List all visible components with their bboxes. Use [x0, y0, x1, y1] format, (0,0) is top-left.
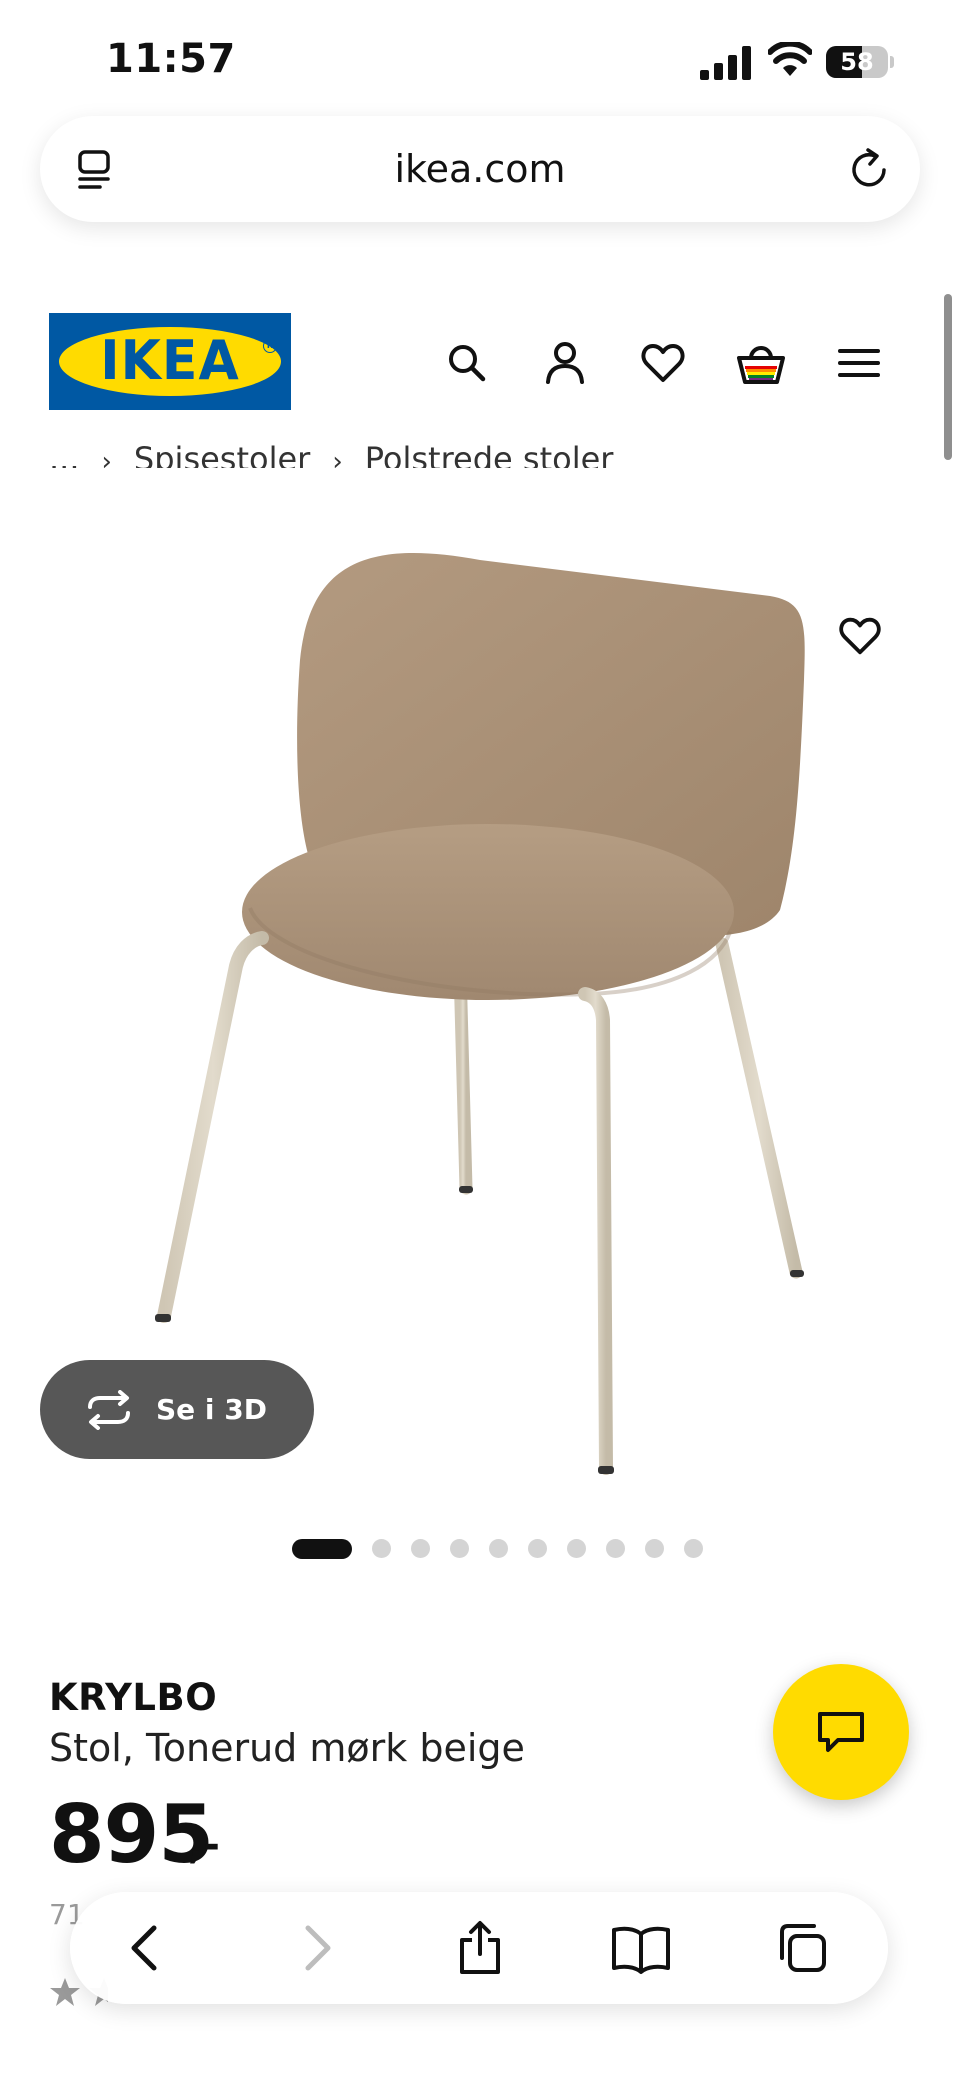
- carousel-dot[interactable]: [645, 1539, 664, 1558]
- breadcrumb-item[interactable]: Polstrede stoler: [365, 440, 614, 468]
- view-in-3d-button[interactable]: Se i 3D: [40, 1360, 314, 1459]
- url-text[interactable]: ikea.com: [40, 116, 920, 222]
- breadcrumb: ... › Spisestoler › Polstrede stoler: [0, 420, 960, 468]
- basket-icon[interactable]: [736, 338, 786, 388]
- reload-icon[interactable]: [846, 146, 892, 192]
- cellular-signal-icon: [700, 46, 751, 80]
- carousel-dot[interactable]: [372, 1539, 391, 1558]
- breadcrumb-item[interactable]: Spisestoler: [134, 440, 310, 468]
- address-bar[interactable]: ikea.com: [40, 116, 920, 222]
- star-icon: [50, 1978, 80, 2006]
- product-name: KRYLBO: [49, 1676, 218, 1719]
- product-image-chair[interactable]: [0, 520, 960, 1500]
- ikea-logo[interactable]: IKEA R: [49, 313, 291, 410]
- rotate-3d-icon: [88, 1390, 130, 1430]
- carousel-dot[interactable]: [450, 1539, 469, 1558]
- carousel-dot[interactable]: [528, 1539, 547, 1558]
- wifi-icon: [768, 42, 812, 76]
- breadcrumb-separator-icon: ›: [332, 447, 343, 468]
- browser-toolbar: [70, 1892, 888, 2004]
- carousel-dot[interactable]: [606, 1539, 625, 1558]
- battery-icon: 58: [826, 46, 894, 78]
- battery-percentage: 58: [840, 48, 874, 76]
- carousel-dot[interactable]: [567, 1539, 586, 1558]
- menu-icon[interactable]: [834, 338, 884, 388]
- back-icon[interactable]: [118, 1920, 174, 1976]
- carousel-dot-active[interactable]: [292, 1539, 352, 1559]
- view-in-3d-label: Se i 3D: [156, 1393, 267, 1426]
- breadcrumb-separator-icon: ›: [101, 447, 112, 468]
- breadcrumb-ellipsis[interactable]: ...: [49, 440, 80, 468]
- carousel-dot[interactable]: [684, 1539, 703, 1558]
- favourite-icon[interactable]: [836, 612, 884, 660]
- carousel-dot[interactable]: [411, 1539, 430, 1558]
- heart-icon[interactable]: [638, 338, 688, 388]
- chat-icon: [818, 1712, 864, 1752]
- price-suffix: ,-: [188, 1822, 220, 1868]
- product-description: Stol, Tonerud mørk beige: [49, 1726, 525, 1770]
- chat-button[interactable]: [773, 1664, 909, 1800]
- carousel-dot[interactable]: [489, 1539, 508, 1558]
- search-icon[interactable]: [442, 338, 492, 388]
- status-time: 11:57: [106, 36, 236, 82]
- tabs-icon[interactable]: [774, 1920, 830, 1976]
- user-icon[interactable]: [540, 338, 590, 388]
- status-bar: 11:57 58: [0, 0, 960, 110]
- forward-icon[interactable]: [288, 1920, 344, 1976]
- bookmarks-icon[interactable]: [610, 1920, 672, 1976]
- logo-text: IKEA: [100, 329, 240, 393]
- share-icon[interactable]: [452, 1920, 508, 1976]
